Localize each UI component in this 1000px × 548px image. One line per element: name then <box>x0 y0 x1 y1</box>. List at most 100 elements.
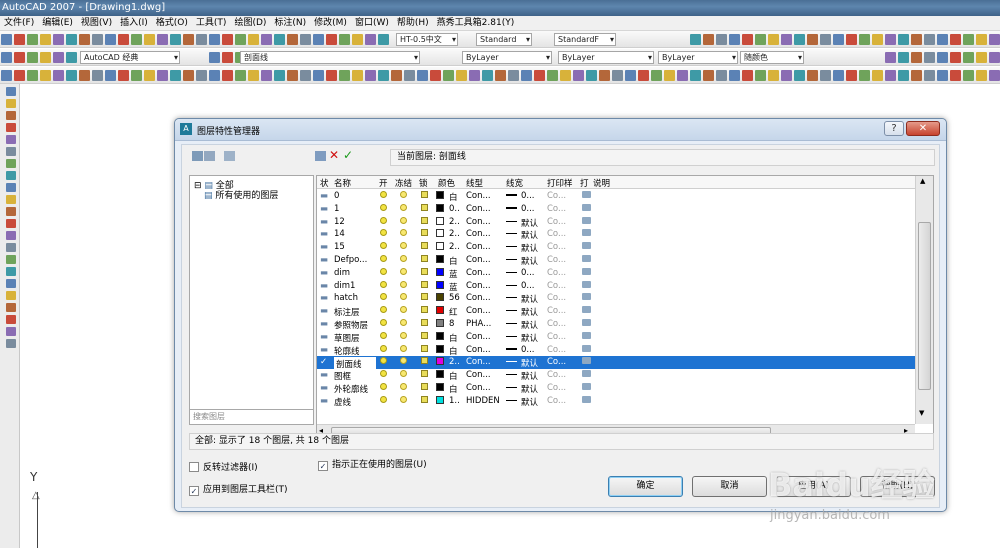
toolbar-tool-icon[interactable] <box>638 34 649 45</box>
toolbar-tool-icon[interactable] <box>131 34 142 45</box>
color-swatch[interactable] <box>436 203 444 214</box>
printer-icon[interactable] <box>582 267 591 278</box>
lineweight-value[interactable]: 默认 <box>521 229 538 241</box>
color-select[interactable]: ByLayer <box>462 51 552 64</box>
toolbar-tool-icon[interactable] <box>482 70 493 81</box>
toolbar-tool-icon[interactable] <box>898 70 909 81</box>
layer-name[interactable]: 标注层 <box>334 306 376 318</box>
bulb-on-icon[interactable] <box>380 370 387 380</box>
toolbar-tool-icon[interactable] <box>27 52 38 63</box>
linetype-value[interactable]: Con... <box>466 293 491 303</box>
layer-row[interactable]: ▬ dim1 蓝 Con... 0... Co... <box>317 280 915 293</box>
column-header[interactable]: 打 <box>580 177 589 189</box>
color-swatch[interactable] <box>436 267 444 278</box>
modify-tool-icon[interactable] <box>6 147 16 156</box>
menu-item-6[interactable]: 绘图(D) <box>230 18 270 28</box>
toolbar-tool-icon[interactable] <box>872 70 883 81</box>
toolbar-tool-icon[interactable] <box>40 34 51 45</box>
toolbar-tool-icon[interactable] <box>300 34 311 45</box>
bulb-on-icon[interactable] <box>380 280 387 291</box>
toolbar-tool-icon[interactable] <box>365 34 376 45</box>
toolbar-tool-icon[interactable] <box>417 70 428 81</box>
linetype-value[interactable]: Con... <box>466 306 491 316</box>
unlock-icon[interactable] <box>421 229 428 239</box>
toolbar-tool-icon[interactable] <box>66 34 77 45</box>
toolbar-tool-icon[interactable] <box>807 70 818 81</box>
toolbar-tool-icon[interactable] <box>430 52 441 63</box>
toolbar-tool-icon[interactable] <box>651 34 662 45</box>
sun-thaw-icon[interactable] <box>400 280 407 291</box>
modify-tool-icon[interactable] <box>6 315 16 324</box>
toolbar-tool-icon[interactable] <box>963 52 974 63</box>
toolbar-tool-icon[interactable] <box>27 34 38 45</box>
menu-item-3[interactable]: 插入(I) <box>116 18 152 28</box>
toolbar-tool-icon[interactable] <box>118 34 129 45</box>
toolbar-tool-icon[interactable] <box>937 34 948 45</box>
toolbar-tool-icon[interactable] <box>976 52 987 63</box>
bulb-on-icon[interactable] <box>380 191 387 201</box>
toolbar-tool-icon[interactable] <box>378 34 389 45</box>
toolbar-tool-icon[interactable] <box>859 70 870 81</box>
menu-item-7[interactable]: 标注(N) <box>270 18 310 28</box>
printer-icon[interactable] <box>582 293 591 303</box>
toolbar-tool-icon[interactable] <box>898 52 909 63</box>
toolbar-tool-icon[interactable] <box>339 70 350 81</box>
printer-icon[interactable] <box>582 319 591 329</box>
help-icon[interactable]: ? <box>884 121 904 136</box>
toolbar-tool-icon[interactable] <box>300 70 311 81</box>
toolbar-tool-icon[interactable] <box>560 70 571 81</box>
set-current-icon[interactable]: ✓ <box>343 148 353 162</box>
toolbar-tool-icon[interactable] <box>638 70 649 81</box>
printer-icon[interactable] <box>582 255 591 265</box>
layer-row[interactable]: ▬ 轮廓线 白 Con... 0... Co... <box>317 344 915 357</box>
invert-filter-checkbox[interactable]: 反转过滤器(I) <box>189 462 258 474</box>
indicate-used-checkbox[interactable]: ✓ 指示正在使用的图层(U) <box>318 460 427 471</box>
toolbar-tool-icon[interactable] <box>716 34 727 45</box>
modify-tool-icon[interactable] <box>6 99 16 108</box>
toolbar-tool-icon[interactable] <box>625 70 636 81</box>
modify-tool-icon[interactable] <box>6 267 16 276</box>
toolbar-tool-icon[interactable] <box>768 70 779 81</box>
toolbar-tool-icon[interactable] <box>820 70 831 81</box>
printer-icon[interactable] <box>582 383 591 393</box>
plotstyle-select[interactable]: 随颜色 <box>740 51 804 64</box>
toolbar-tool-icon[interactable] <box>209 34 220 45</box>
layer-row[interactable]: ▬ 参照物层 8 PHA... 默认 Co... <box>317 318 915 331</box>
bulb-on-icon[interactable] <box>380 216 387 227</box>
modify-tool-icon[interactable] <box>6 279 16 288</box>
layer-row[interactable]: ▬ 标注层 红 Con... 默认 Co... <box>317 305 915 318</box>
toolbar-tool-icon[interactable] <box>274 70 285 81</box>
printer-icon[interactable] <box>582 306 591 316</box>
toolbar-tool-icon[interactable] <box>911 70 922 81</box>
toolbar-tool-icon[interactable] <box>66 70 77 81</box>
sun-thaw-icon[interactable] <box>400 242 407 252</box>
toolbar-tool-icon[interactable] <box>755 70 766 81</box>
toolbar-tool-icon[interactable] <box>326 70 337 81</box>
menu-item-2[interactable]: 视图(V) <box>77 18 116 28</box>
toolbar-tool-icon[interactable] <box>924 70 935 81</box>
toolbar-tool-icon[interactable] <box>183 34 194 45</box>
printer-icon[interactable] <box>582 331 591 342</box>
modify-tool-icon[interactable] <box>6 207 16 216</box>
unlock-icon[interactable] <box>421 383 428 393</box>
toolbar-tool-icon[interactable] <box>248 70 259 81</box>
lineweight-value[interactable]: 默认 <box>521 306 538 318</box>
modify-tool-icon[interactable] <box>6 183 16 192</box>
layer-name[interactable]: hatch <box>334 293 376 303</box>
toolbar-tool-icon[interactable] <box>196 34 207 45</box>
layer-row[interactable]: ▬ dim 蓝 Con... 0... Co... <box>317 267 915 280</box>
toolbar-tool-icon[interactable] <box>40 70 51 81</box>
color-swatch[interactable] <box>436 255 444 265</box>
lineweight-select[interactable]: ByLayer <box>658 51 738 64</box>
toolbar-tool-icon[interactable] <box>755 34 766 45</box>
menu-item-10[interactable]: 帮助(H) <box>393 18 433 28</box>
bulb-on-icon[interactable] <box>380 242 387 252</box>
toolbar-tool-icon[interactable] <box>794 70 805 81</box>
toolbar-tool-icon[interactable] <box>144 70 155 81</box>
bulb-on-icon[interactable] <box>380 203 387 214</box>
bulb-on-icon[interactable] <box>380 255 387 265</box>
close-icon[interactable]: ✕ <box>906 121 940 136</box>
toolbar-tool-icon[interactable] <box>14 52 25 63</box>
toolbar-tool-icon[interactable] <box>924 34 935 45</box>
linetype-value[interactable]: Con... <box>466 370 491 380</box>
